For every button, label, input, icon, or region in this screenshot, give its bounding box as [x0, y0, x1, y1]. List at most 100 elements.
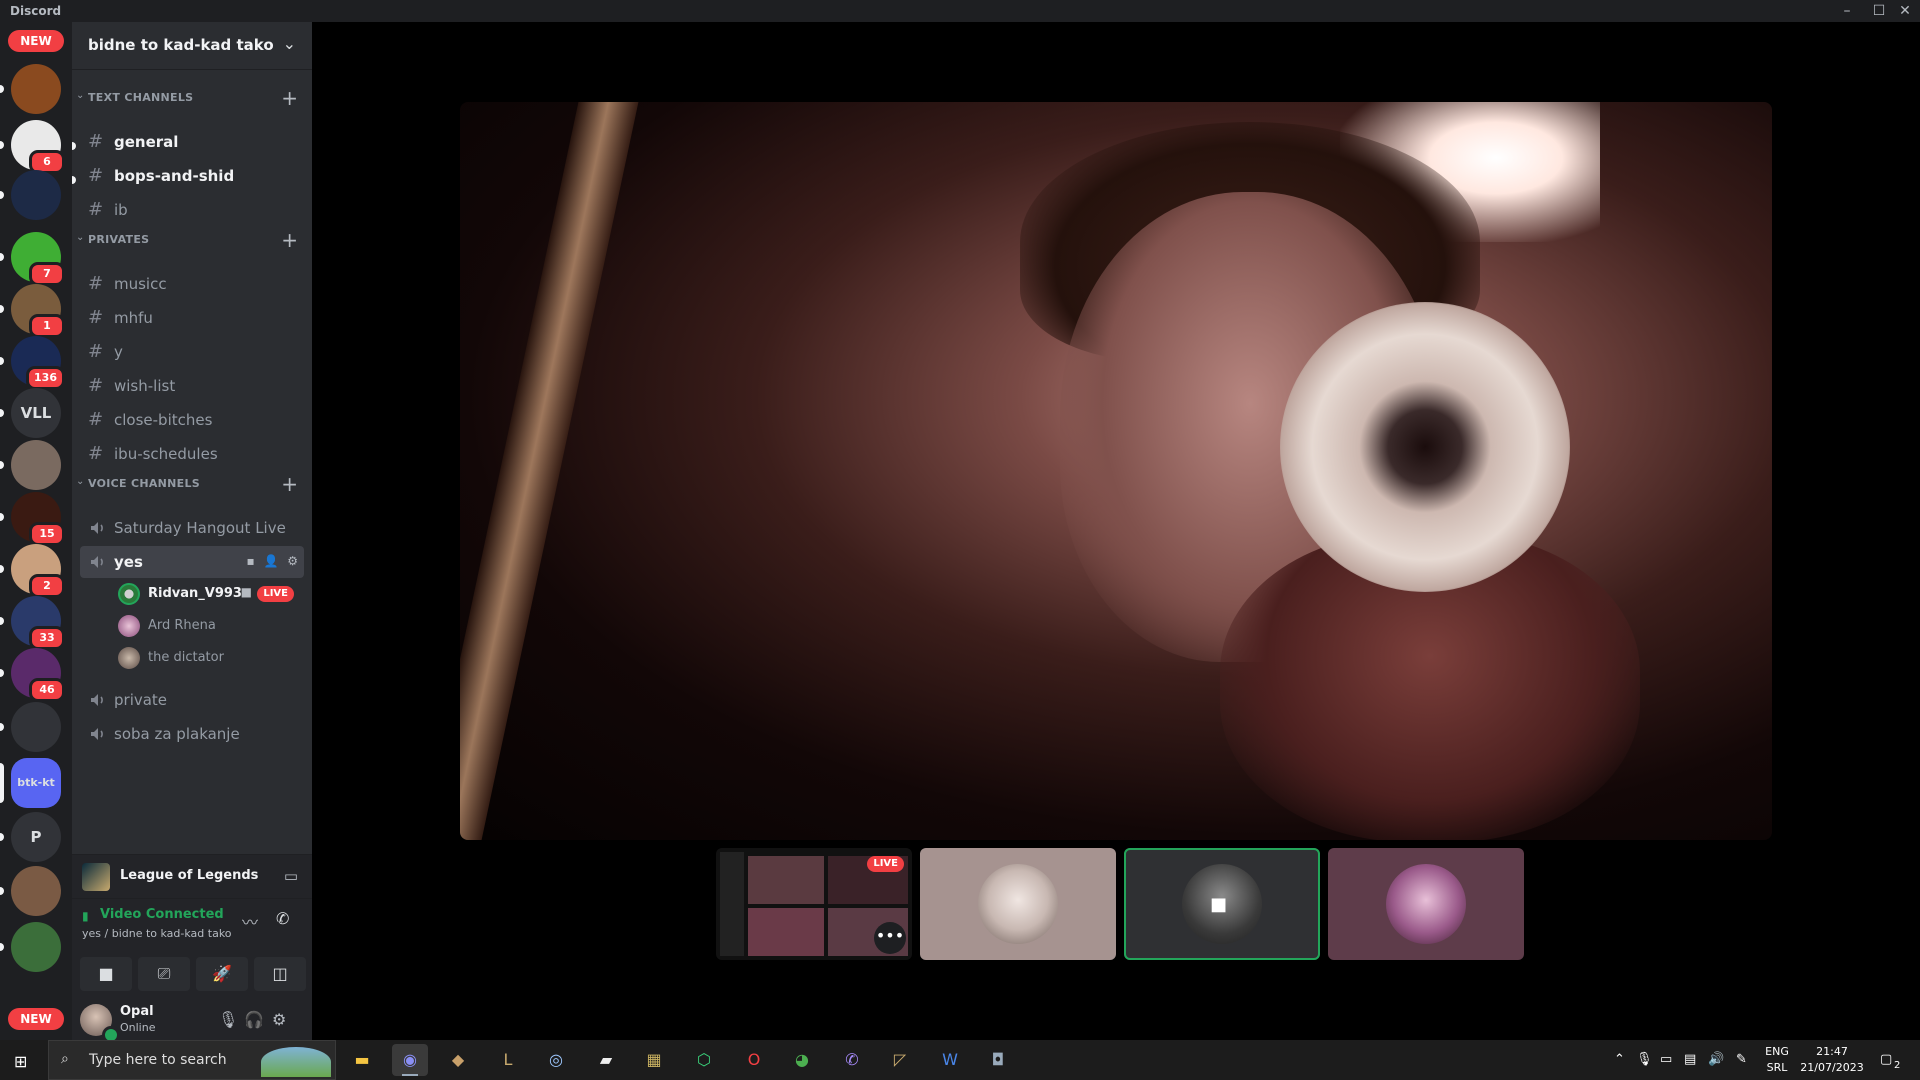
server-icon[interactable]	[11, 64, 61, 114]
channel-close-bitches[interactable]: # close-bitches	[80, 404, 304, 436]
connection-location[interactable]: yes / bidne to kad-kad tako	[82, 927, 232, 940]
language-indicator[interactable]: ENG SRL	[1762, 1044, 1792, 1076]
soundboard-button[interactable]: ◫	[254, 957, 306, 991]
battery-icon[interactable]: ▭	[1660, 1052, 1672, 1067]
channel-ib[interactable]: # ib	[80, 194, 304, 226]
noise-suppression-icon[interactable]: 〰	[242, 909, 258, 933]
league-of-legends-icon[interactable]: L	[490, 1044, 526, 1076]
screen-share-button[interactable]: ⎚	[138, 957, 190, 991]
participant-tile[interactable]	[1328, 848, 1524, 960]
notification-icon[interactable]: ▢	[1880, 1052, 1892, 1067]
chevron-down-icon[interactable]: ⌄	[283, 34, 296, 53]
channel-y[interactable]: # y	[80, 336, 304, 368]
server-icon[interactable]: 46	[11, 648, 65, 702]
server-icon[interactable]: 2	[11, 544, 65, 598]
server-icon[interactable]	[11, 702, 61, 752]
server-icon[interactable]: VLL	[11, 388, 61, 438]
voice-user[interactable]: Ard Rhena	[112, 612, 304, 640]
channel-bops-and-shid[interactable]: # bops-and-shid	[80, 160, 304, 192]
network-icon[interactable]: ▤	[1684, 1052, 1696, 1067]
headphones-icon[interactable]: 🎧	[244, 1010, 264, 1029]
server-icon[interactable]	[11, 866, 61, 916]
category-text-channels[interactable]: ⌄ TEXT CHANNELS +	[72, 86, 312, 110]
gear-icon[interactable]: ⚙	[272, 1010, 286, 1029]
word-icon[interactable]: W	[932, 1044, 968, 1076]
focused-video[interactable]	[460, 102, 1772, 840]
pen-icon[interactable]: ✎	[1736, 1052, 1747, 1067]
app-icon[interactable]: ▰	[588, 1044, 624, 1076]
activity-button[interactable]: 🚀	[196, 957, 248, 991]
user-panel: Opal Online 🎙 🎧 ⚙	[72, 998, 312, 1044]
windows-start-icon[interactable]: ⊞	[14, 1052, 27, 1071]
server-icon[interactable]	[11, 922, 61, 972]
invite-icon[interactable]: 👤	[263, 554, 278, 568]
voice-channel-saturday-hangout-live[interactable]: Saturday Hangout Live	[80, 512, 304, 544]
minimize-icon[interactable]: –	[1838, 2, 1856, 20]
server-icon[interactable]: 136	[11, 336, 65, 390]
voice-user[interactable]: Ridvan_V993 ■ LIVE	[112, 580, 304, 608]
chat-icon[interactable]: ▪	[246, 554, 254, 568]
voice-channel-soba-za-plakanje[interactable]: soba za plakanje	[80, 718, 304, 750]
unread-indicator	[0, 191, 4, 199]
discord-taskbar-icon[interactable]: ◉	[392, 1044, 428, 1076]
unread-indicator	[0, 357, 4, 365]
server-icon[interactable]: 15	[11, 492, 65, 546]
channel-mhfu[interactable]: # mhfu	[80, 302, 304, 334]
activity-panel[interactable]: League of Legends ▭	[72, 854, 312, 898]
server-icon[interactable]: P	[11, 812, 61, 862]
channel-wish-list[interactable]: # wish-list	[80, 370, 304, 402]
microphone-icon[interactable]: 🎙	[218, 1010, 238, 1029]
gear-icon[interactable]: ⚙	[287, 554, 298, 568]
server-icon[interactable]: btk-kt	[11, 758, 61, 808]
server-icon[interactable]: 1	[11, 284, 65, 338]
voice-channel-private[interactable]: private	[80, 684, 304, 716]
create-channel-icon[interactable]: +	[281, 228, 298, 252]
participant-tile-selected[interactable]: ■	[1124, 848, 1320, 960]
volume-icon[interactable]: 🔊	[1708, 1052, 1724, 1067]
stream-tile[interactable]: LIVE •••	[716, 848, 912, 960]
category-privates[interactable]: ⌄ PRIVATES +	[72, 228, 312, 252]
participant-tile[interactable]	[920, 848, 1116, 960]
camera-app-icon[interactable]: ◘	[980, 1044, 1016, 1076]
microphone-icon[interactable]: 🎙	[1636, 1052, 1653, 1067]
mention-badge: 15	[29, 522, 65, 546]
server-icon[interactable]	[11, 440, 61, 490]
chrome-icon[interactable]: ◕	[784, 1044, 820, 1076]
guild-header[interactable]: bidne to kad-kad tako ⌄	[72, 22, 312, 70]
server-icon[interactable]: 33	[11, 596, 65, 650]
app-icon[interactable]: ◆	[440, 1044, 476, 1076]
camera-button[interactable]: ■	[80, 957, 132, 991]
opera-icon[interactable]: O	[736, 1044, 772, 1076]
avatar	[118, 647, 140, 669]
new-badge-top[interactable]: NEW	[8, 30, 64, 52]
app-icon[interactable]: ▦	[636, 1044, 672, 1076]
server-icon[interactable]: 6	[11, 120, 65, 174]
voice-user[interactable]: the dictator	[112, 644, 304, 672]
server-icon[interactable]: 7	[11, 232, 65, 286]
close-icon[interactable]: ✕	[1896, 2, 1914, 20]
channel-ibu-schedules[interactable]: # ibu-schedules	[80, 438, 304, 470]
file-explorer-icon[interactable]: ▬	[344, 1044, 380, 1076]
signal-bars-icon[interactable]: ▮	[82, 909, 89, 923]
more-options-button[interactable]: •••	[874, 922, 906, 954]
app-icon[interactable]: ◸	[882, 1044, 918, 1076]
channel-general[interactable]: # general	[80, 126, 304, 158]
clock[interactable]: 21:47 21/07/2023	[1796, 1044, 1868, 1076]
voice-channel-yes[interactable]: yes ▪ 👤 ⚙	[80, 546, 304, 578]
create-channel-icon[interactable]: +	[281, 86, 298, 110]
chevron-up-icon[interactable]: ⌃	[1614, 1052, 1625, 1067]
channel-musicc[interactable]: # musicc	[80, 268, 304, 300]
app-icon[interactable]: ⬡	[686, 1044, 722, 1076]
steam-icon[interactable]: ◎	[538, 1044, 574, 1076]
category-voice-channels[interactable]: ⌄ VOICE CHANNELS +	[72, 472, 312, 496]
category-caret-icon: ⌄	[76, 232, 85, 243]
taskbar-search[interactable]: ⌕ Type here to search	[48, 1040, 336, 1080]
disconnect-icon[interactable]: ✆	[276, 909, 289, 928]
maximize-icon[interactable]: ☐	[1870, 2, 1888, 20]
screen-share-icon[interactable]: ▭	[284, 867, 298, 885]
new-badge-bottom[interactable]: NEW	[8, 1008, 64, 1030]
viber-icon[interactable]: ✆	[834, 1044, 870, 1076]
server-icon[interactable]	[11, 170, 61, 220]
unread-indicator	[0, 513, 4, 521]
create-channel-icon[interactable]: +	[281, 472, 298, 496]
